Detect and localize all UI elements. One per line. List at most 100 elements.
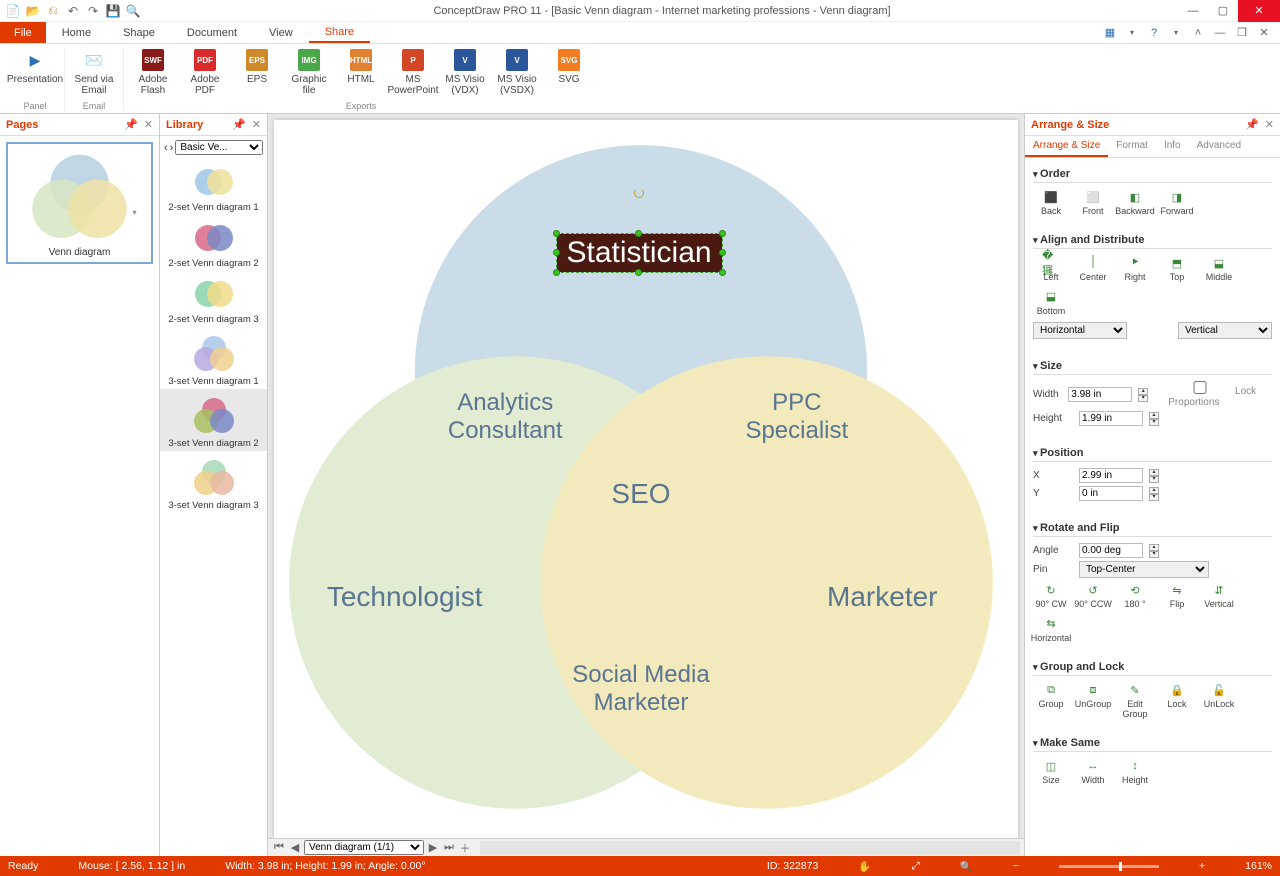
- resize-handle[interactable]: [719, 230, 726, 237]
- zoom-in-icon[interactable]: +: [1199, 860, 1205, 872]
- mdi-close-icon[interactable]: ✕: [1256, 26, 1272, 39]
- close-panel-icon[interactable]: ✕: [144, 118, 153, 131]
- spin-up[interactable]: ▴: [1138, 388, 1148, 395]
- zoom-region-icon[interactable]: 🔍: [960, 860, 973, 873]
- export-img-button[interactable]: IMGGraphic file: [286, 48, 332, 101]
- resize-handle[interactable]: [553, 249, 560, 256]
- tab-document[interactable]: Document: [171, 22, 253, 43]
- rotate-row-flip[interactable]: ⇋Flip: [1159, 582, 1195, 609]
- library-item[interactable]: 3-set Venn diagram 2: [160, 389, 267, 451]
- resize-handle[interactable]: [719, 249, 726, 256]
- rotate-row-horizontal[interactable]: ⇆Horizontal: [1033, 616, 1069, 643]
- pin-icon[interactable]: 📌: [124, 118, 138, 131]
- order-row-backward[interactable]: ◧Backward: [1117, 189, 1153, 216]
- panels-icon[interactable]: ▦: [1102, 26, 1118, 39]
- export-svg-button[interactable]: SVGSVG: [546, 48, 592, 101]
- pan-icon[interactable]: ✋: [858, 860, 871, 873]
- export-eps-button[interactable]: EPSEPS: [234, 48, 280, 101]
- send-email-button[interactable]: ✉️ Send via Email: [71, 48, 117, 101]
- order-row-front[interactable]: ⬜Front: [1075, 189, 1111, 216]
- subtab-format[interactable]: Format: [1108, 136, 1156, 157]
- qat-new-icon[interactable]: 📄: [6, 4, 20, 18]
- section-order[interactable]: Order: [1033, 162, 1272, 183]
- venn-label[interactable]: SEO: [611, 478, 670, 510]
- page-thumbnail[interactable]: Venn diagram ▾: [6, 142, 153, 264]
- export-v-button[interactable]: VMS Visio (VDX): [442, 48, 488, 101]
- close-panel-icon[interactable]: ✕: [1265, 118, 1274, 131]
- group-row-lock[interactable]: 🔒Lock: [1159, 682, 1195, 719]
- first-page-icon[interactable]: ⏮: [272, 841, 286, 854]
- rotate-row--ccw[interactable]: ↺90° CCW: [1075, 582, 1111, 609]
- resize-handle[interactable]: [553, 269, 560, 276]
- last-page-icon[interactable]: ⏭: [442, 841, 456, 854]
- close-panel-icon[interactable]: ✕: [252, 118, 261, 131]
- subtab-info[interactable]: Info: [1156, 136, 1189, 157]
- distribute-v[interactable]: Vertical: [1178, 322, 1272, 339]
- lib-next-icon[interactable]: ›: [170, 142, 174, 154]
- drawing-page[interactable]: Statistician AnalyticsConsultant PPCSpecia…: [274, 120, 1018, 838]
- group-row-edit-group[interactable]: ✎Edit Group: [1117, 682, 1153, 719]
- minimize-button[interactable]: —: [1178, 0, 1208, 22]
- group-row-unlock[interactable]: 🔓UnLock: [1201, 682, 1237, 719]
- same-row-width[interactable]: ↔Width: [1075, 758, 1111, 785]
- subtab-advanced[interactable]: Advanced: [1189, 136, 1249, 157]
- tab-view[interactable]: View: [253, 22, 309, 43]
- library-item[interactable]: 2-set Venn diagram 1: [160, 159, 267, 215]
- export-v-button[interactable]: VMS Visio (VSDX): [494, 48, 540, 101]
- fit-icon[interactable]: ⤢: [911, 860, 919, 873]
- same-row-size[interactable]: ◫Size: [1033, 758, 1069, 785]
- spin-down[interactable]: ▾: [1138, 395, 1148, 402]
- rotation-handle[interactable]: [634, 188, 644, 198]
- tab-home[interactable]: Home: [46, 22, 107, 43]
- qat-open-icon[interactable]: 📂: [26, 4, 40, 18]
- x-input[interactable]: [1079, 468, 1143, 483]
- lib-prev-icon[interactable]: ‹: [164, 142, 168, 154]
- align-row-right[interactable]: ⯈Right: [1117, 255, 1153, 282]
- page-select[interactable]: Venn diagram (1/1): [304, 840, 424, 855]
- mdi-minimize-icon[interactable]: —: [1212, 27, 1228, 39]
- pin-icon[interactable]: 📌: [232, 118, 246, 131]
- align-row-left[interactable]: �玀Left: [1033, 255, 1069, 282]
- venn-label[interactable]: Technologist: [327, 581, 483, 613]
- tab-shape[interactable]: Shape: [107, 22, 171, 43]
- library-item[interactable]: 2-set Venn diagram 2: [160, 215, 267, 271]
- rotate-row--[interactable]: ⟲180 °: [1117, 582, 1153, 609]
- same-row-height[interactable]: ↕Height: [1117, 758, 1153, 785]
- tab-share[interactable]: Share: [309, 22, 370, 43]
- lock-proportions[interactable]: [1168, 381, 1232, 394]
- subtab-arrange[interactable]: Arrange & Size: [1025, 136, 1108, 157]
- qat-revert-icon[interactable]: ⎌: [46, 4, 60, 18]
- pin-icon[interactable]: 📌: [1245, 118, 1259, 131]
- next-page-icon[interactable]: ▶: [426, 841, 440, 854]
- venn-label[interactable]: AnalyticsConsultant: [448, 389, 563, 445]
- rotate-row-vertical[interactable]: ⇵Vertical: [1201, 582, 1237, 609]
- library-item[interactable]: 2-set Venn diagram 3: [160, 271, 267, 327]
- resize-handle[interactable]: [719, 269, 726, 276]
- qat-undo-icon[interactable]: ↶: [66, 4, 80, 18]
- height-input[interactable]: [1079, 411, 1143, 426]
- align-row-top[interactable]: ⬒Top: [1159, 255, 1195, 282]
- library-item[interactable]: 3-set Venn diagram 1: [160, 327, 267, 389]
- resize-handle[interactable]: [635, 230, 642, 237]
- venn-label[interactable]: Marketer: [827, 581, 937, 613]
- library-item[interactable]: 3-set Venn diagram 3: [160, 451, 267, 513]
- export-pdf-button[interactable]: PDFAdobe PDF: [182, 48, 228, 101]
- library-picker[interactable]: Basic Ve...: [175, 140, 263, 155]
- prev-page-icon[interactable]: ◀: [288, 841, 302, 854]
- width-input[interactable]: [1068, 387, 1132, 402]
- selected-text-box[interactable]: Statistician: [556, 233, 723, 273]
- venn-label[interactable]: PPCSpecialist: [745, 389, 848, 445]
- export-swf-button[interactable]: SWFAdobe Flash: [130, 48, 176, 101]
- collapse-ribbon-icon[interactable]: ˄: [1190, 27, 1206, 39]
- align-row-bottom[interactable]: ⬓Bottom: [1033, 289, 1069, 316]
- qat-find-icon[interactable]: 🔍: [126, 4, 140, 18]
- rotate-row--cw[interactable]: ↻90° CW: [1033, 582, 1069, 609]
- group-row-ungroup[interactable]: ⧈UnGroup: [1075, 682, 1111, 719]
- pin-select[interactable]: Top-Center: [1079, 561, 1209, 578]
- section-align[interactable]: Align and Distribute: [1033, 228, 1272, 249]
- close-button[interactable]: ✕: [1238, 0, 1280, 22]
- resize-handle[interactable]: [553, 230, 560, 237]
- export-p-button[interactable]: PMS PowerPoint: [390, 48, 436, 101]
- y-input[interactable]: [1079, 486, 1143, 501]
- resize-handle[interactable]: [635, 269, 642, 276]
